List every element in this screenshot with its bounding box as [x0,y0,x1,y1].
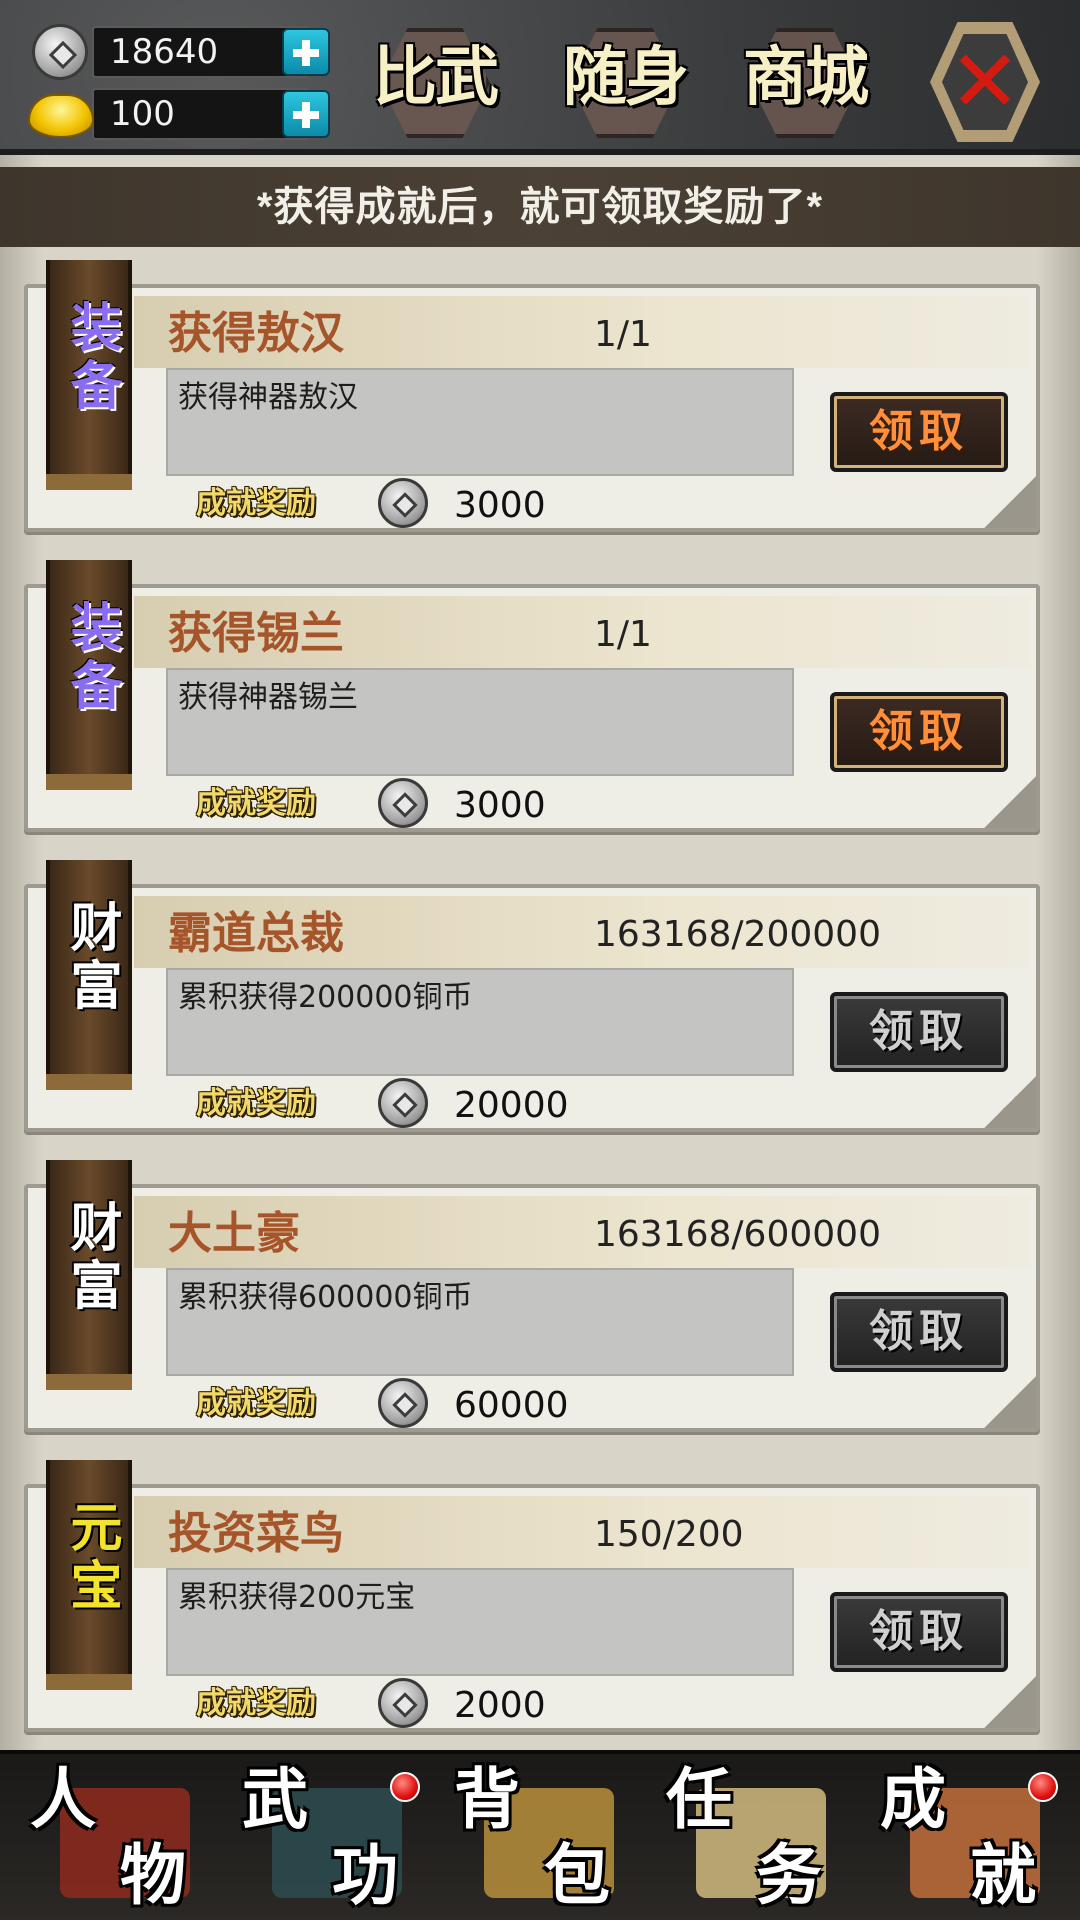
nav-label-char: 背 [454,1760,520,1838]
card-corner-decoration [984,776,1036,828]
reward-value: 3000 [454,485,546,526]
bottom-nav: 人物武功背包任务成就 [0,1750,1080,1920]
category-tag: 财富 [46,1160,132,1390]
achievement-card: 财富 大土豪 163168/600000 累积获得600000铜币 领取成就奖励 6000… [24,1160,1040,1432]
achievement-progress: 163168/200000 [594,914,881,955]
reward-label: 成就奖励 [196,1386,316,1421]
achievement-progress: 163168/600000 [594,1214,881,1255]
nav-label-char: 物 [120,1836,186,1914]
category-label: 装备 [61,600,122,716]
achievement-description: 累积获得200元宝 [166,1568,794,1676]
reward-label: 成就奖励 [196,1686,316,1721]
achievement-description: 累积获得600000铜币 [166,1268,794,1376]
category-tag: 装备 [46,260,132,490]
tab-carry-label: 随身 [563,40,689,115]
category-label: 装备 [61,300,122,416]
ingot-amount: 100 [92,88,310,140]
notification-dot-icon [1028,1772,1058,1802]
add-copper-button[interactable] [282,28,330,76]
copper-coin-icon [378,1378,428,1428]
copper-coin-icon [378,778,428,828]
card-corner-decoration [984,1676,1036,1728]
hint-banner: *获得成就后，就可领取奖励了* [0,167,1080,247]
card-corner-decoration [984,1376,1036,1428]
nav-label-char: 人 [30,1760,96,1838]
category-tag: 元宝 [46,1460,132,1690]
achievement-card: 元宝 投资菜鸟 150/200 累积获得200元宝 领取成就奖励 2000 [24,1460,1040,1732]
nav-label-char: 功 [332,1836,398,1914]
copper-coin-row: 18640 [32,24,332,80]
ingot-row: 100 [28,88,332,140]
reward-value: 20000 [454,1085,569,1126]
nav-achievements[interactable]: 成就 [870,1760,1070,1920]
gold-ingot-icon [28,94,94,138]
claim-button[interactable]: 领取 [830,1292,1008,1372]
category-tag: 装备 [46,560,132,790]
nav-label-char: 成 [880,1760,946,1838]
nav-label-char: 务 [756,1836,822,1914]
reward-value: 2000 [454,1685,546,1726]
claim-button[interactable]: 领取 [830,992,1008,1072]
tab-duel-label: 比武 [373,40,499,115]
notification-dot-icon [390,1772,420,1802]
achievement-progress: 1/1 [594,614,652,655]
achievement-description: 获得神器锡兰 [166,668,794,776]
tab-shop-label: 商城 [743,40,869,115]
card-corner-decoration [984,1076,1036,1128]
nav-bag[interactable]: 背包 [444,1760,644,1920]
claim-button[interactable]: 领取 [830,1592,1008,1672]
achievement-title: 霸道总裁 [168,908,344,959]
top-bar: 18640 100 比武 随身 商城 ✕ [0,0,1080,155]
achievement-title: 获得锡兰 [168,608,344,659]
close-button[interactable]: ✕ [930,22,1040,142]
achievement-card: 财富 霸道总裁 163168/200000 累积获得200000铜币 领取成就奖励 200… [24,860,1040,1132]
tab-shop[interactable]: 商城 [730,10,880,145]
reward-label: 成就奖励 [196,486,316,521]
reward-label: 成就奖励 [196,1086,316,1121]
category-label: 元宝 [61,1500,122,1616]
close-icon: ✕ [942,34,1028,130]
category-label: 财富 [61,900,122,1016]
nav-label-char: 任 [666,1760,732,1838]
tab-duel[interactable]: 比武 [360,10,510,145]
copper-coin-icon [32,24,88,80]
achievement-progress: 150/200 [594,1514,744,1555]
achievement-card: 装备 获得敖汉 1/1 获得神器敖汉 领取成就奖励 3000 [24,260,1040,532]
claim-button[interactable]: 领取 [830,692,1008,772]
card-corner-decoration [984,476,1036,528]
claim-button[interactable]: 领取 [830,392,1008,472]
achievement-description: 累积获得200000铜币 [166,968,794,1076]
achievement-card: 装备 获得锡兰 1/1 获得神器锡兰 领取成就奖励 3000 [24,560,1040,832]
add-ingot-button[interactable] [282,90,330,138]
nav-character[interactable]: 人物 [20,1760,220,1920]
copper-coin-icon [378,1078,428,1128]
copper-coin-icon [378,478,428,528]
nav-label-char: 就 [970,1836,1036,1914]
category-label: 财富 [61,1200,122,1316]
copper-coin-icon [378,1678,428,1728]
nav-martial-arts[interactable]: 武功 [232,1760,432,1920]
category-tag: 财富 [46,860,132,1090]
reward-value: 3000 [454,785,546,826]
achievement-title: 投资菜鸟 [168,1508,344,1559]
reward-label: 成就奖励 [196,786,316,821]
nav-quests[interactable]: 任务 [656,1760,856,1920]
tab-carry[interactable]: 随身 [550,10,700,145]
achievement-description: 获得神器敖汉 [166,368,794,476]
achievement-progress: 1/1 [594,314,652,355]
copper-amount: 18640 [92,26,310,78]
nav-label-char: 武 [242,1760,308,1838]
reward-value: 60000 [454,1385,569,1426]
achievement-title: 大土豪 [168,1208,300,1259]
achievement-title: 获得敖汉 [168,308,344,359]
achievement-list[interactable]: *获得成就后，就可领取奖励了* 装备 获得敖汉 1/1 获得神器敖汉 领取 成就奖励 300… [0,155,1080,1750]
nav-label-char: 包 [544,1836,610,1914]
